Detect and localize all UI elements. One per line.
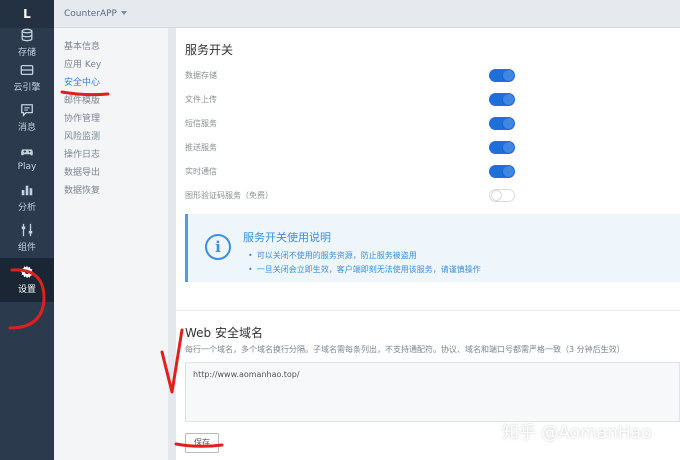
- switch-label: 文件上传: [185, 94, 217, 104]
- sidebar-item-components[interactable]: 组件: [0, 218, 54, 258]
- switch-row: 推送服务: [185, 137, 515, 157]
- sidebar-item-label: 设置: [17, 285, 36, 295]
- bar-chart-icon: [21, 185, 33, 196]
- app-name: CounterAPP: [64, 8, 117, 19]
- switch-label: 推送服务: [185, 142, 217, 152]
- submenu-item-basic-info[interactable]: 基本信息: [54, 38, 168, 56]
- notice-line: 一旦关闭会立即生效，客户端即刻无法使用该服务，请谨慎操作: [248, 264, 481, 275]
- toggle-sms[interactable]: [489, 116, 515, 130]
- info-icon: i: [205, 234, 231, 260]
- message-icon: [21, 104, 33, 117]
- top-bar: CounterAPP: [54, 0, 680, 28]
- gear-icon: [20, 265, 34, 279]
- switch-row: 实时通信: [185, 161, 515, 181]
- database-icon: [21, 28, 33, 42]
- main-sidebar: L 存储 云引擎 消息 Play 分析 组件 设置: [0, 0, 54, 460]
- switch-label: 短信服务: [185, 118, 217, 128]
- toggle-knob: [503, 117, 514, 129]
- submenu-item-operation-log[interactable]: 操作日志: [54, 146, 168, 164]
- submenu-item-app-key[interactable]: 应用 Key: [54, 56, 168, 74]
- sidebar-item-label: 云引擎: [13, 83, 41, 93]
- sidebar-item-messages[interactable]: 消息: [0, 98, 54, 138]
- sidebar-item-play[interactable]: Play: [0, 138, 54, 178]
- toggle-knob: [503, 69, 514, 81]
- app-logo[interactable]: L: [0, 0, 54, 28]
- toggle-realtime[interactable]: [489, 164, 515, 178]
- service-switches-title: 服务开关: [185, 43, 234, 57]
- settings-submenu: 基本信息 应用 Key 安全中心 邮件模版 协作管理 风险监测 操作日志 数据导…: [54, 28, 168, 460]
- toggle-file-upload[interactable]: [489, 92, 515, 106]
- sidebar-item-label: Play: [17, 161, 37, 172]
- toggle-knob: [491, 189, 502, 201]
- section-divider: [176, 310, 680, 311]
- switch-label: 图形验证码服务（免费）: [185, 190, 273, 200]
- save-button[interactable]: 保存: [185, 433, 219, 453]
- web-domain-input[interactable]: http://www.aomanhao.top/: [185, 362, 680, 422]
- notice-title: 服务开关使用说明: [243, 231, 331, 244]
- submenu-item-collaboration[interactable]: 协作管理: [54, 110, 168, 128]
- notice-line: 可以关闭不使用的服务资源，防止服务被盗用: [248, 250, 417, 261]
- submenu-item-risk-monitoring[interactable]: 风险监测: [54, 128, 168, 146]
- toggle-knob: [503, 93, 514, 105]
- sidebar-item-label: 组件: [17, 243, 36, 253]
- switch-row: 短信服务: [185, 113, 515, 133]
- watermark: 知乎 @AomanHao: [502, 423, 652, 443]
- panel-divider: [168, 28, 176, 460]
- web-domain-title: Web 安全域名: [185, 326, 263, 340]
- sidebar-item-engine[interactable]: 云引擎: [0, 58, 54, 98]
- sidebar-item-storage[interactable]: 存储: [0, 28, 54, 58]
- switch-row: 文件上传: [185, 89, 515, 109]
- main-content: 服务开关 数据存储 文件上传 短信服务 推送服务 实时通信 图形验证码服务（免费…: [176, 28, 680, 460]
- submenu-item-security-center[interactable]: 安全中心: [54, 74, 168, 92]
- toggle-knob: [503, 165, 514, 177]
- toggle-push[interactable]: [489, 140, 515, 154]
- toggle-knob: [503, 141, 514, 153]
- sidebar-item-settings[interactable]: 设置: [0, 258, 54, 302]
- sidebar-item-label: 消息: [17, 123, 36, 133]
- switch-row: 图形验证码服务（免费）: [185, 185, 515, 205]
- web-domain-hint: 每行一个域名，多个域名换行分隔。子域名需每条列出，不支持通配符。协议、域名和端口…: [185, 345, 625, 354]
- sidebar-item-label: 分析: [17, 203, 36, 213]
- sliders-icon: [21, 223, 33, 237]
- usage-notice: i 服务开关使用说明 可以关闭不使用的服务资源，防止服务被盗用 一旦关闭会立即生…: [185, 214, 680, 282]
- gamepad-icon: [21, 148, 33, 155]
- submenu-item-email-templates[interactable]: 邮件模版: [54, 92, 168, 110]
- submenu-item-data-restore[interactable]: 数据恢复: [54, 182, 168, 200]
- sidebar-item-analytics[interactable]: 分析: [0, 178, 54, 218]
- switch-label: 实时通信: [185, 166, 217, 176]
- toggle-data-storage[interactable]: [489, 68, 515, 82]
- toggle-captcha[interactable]: [489, 188, 515, 202]
- switch-label: 数据存储: [185, 70, 217, 80]
- submenu-item-data-export[interactable]: 数据导出: [54, 164, 168, 182]
- server-icon: [20, 64, 34, 76]
- switch-row: 数据存储: [185, 65, 515, 85]
- sidebar-item-label: 存储: [17, 48, 36, 58]
- app-switcher[interactable]: CounterAPP: [64, 9, 127, 19]
- chevron-down-icon: [120, 11, 127, 15]
